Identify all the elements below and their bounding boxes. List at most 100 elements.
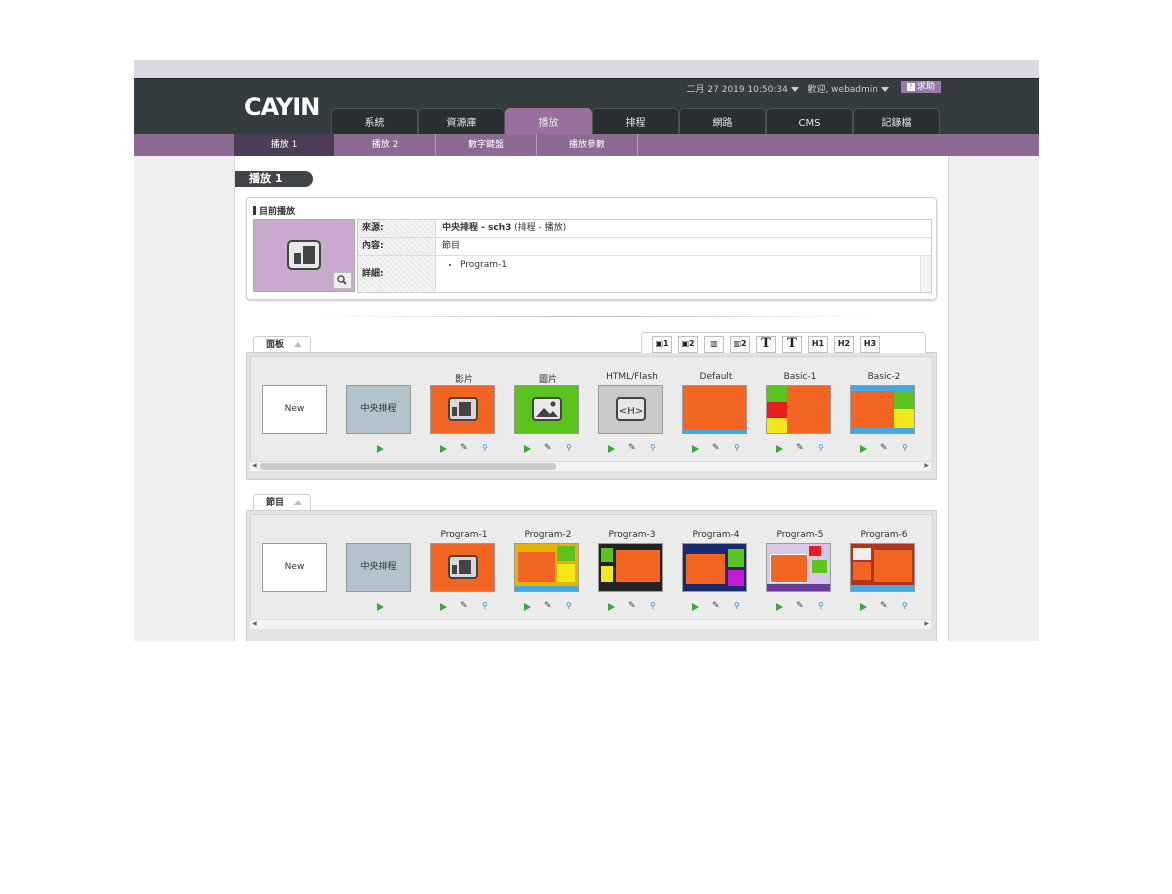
play-icon[interactable] — [608, 603, 615, 611]
scroll-right-icon[interactable]: ▶ — [924, 620, 929, 627]
card-actions: ✎ ⚲ — [682, 444, 750, 454]
magnifier-icon[interactable]: ⚲ — [734, 444, 742, 452]
pencil-icon[interactable]: ✎ — [796, 602, 804, 611]
magnifier-icon[interactable]: ⚲ — [902, 444, 910, 452]
magnifier-icon[interactable]: ⚲ — [818, 602, 826, 610]
program-section-tab[interactable]: 節目 — [253, 494, 311, 510]
card-label: Default — [699, 372, 733, 382]
scroll-thumb[interactable] — [260, 463, 556, 470]
chevron-down-icon — [790, 87, 799, 92]
new-panel-box: New — [262, 385, 327, 434]
play-icon[interactable] — [377, 445, 384, 453]
pencil-icon[interactable]: ✎ — [460, 444, 468, 453]
pencil-icon[interactable]: ✎ — [880, 444, 888, 453]
image-2-icon[interactable]: ▥2 — [730, 336, 750, 353]
text-1-icon[interactable]: T — [756, 336, 776, 353]
detail-scrollbar[interactable] — [920, 256, 931, 292]
html-2-icon[interactable]: H2 — [834, 336, 854, 353]
video-1-icon[interactable]: ▣1 — [652, 336, 672, 353]
film-icon — [448, 555, 478, 579]
user-menu[interactable]: 歡迎, webadmin — [807, 85, 889, 95]
text-2-icon[interactable]: T — [782, 336, 802, 353]
magnifier-icon[interactable]: ⚲ — [566, 444, 574, 452]
scroll-left-icon[interactable]: ◀ — [252, 462, 257, 469]
panel-hscrollbar[interactable]: ◀ ▶ — [250, 461, 931, 471]
pencil-icon[interactable]: ✎ — [628, 602, 636, 611]
source-note: (排程 - 播放) — [514, 223, 567, 233]
zoom-button[interactable] — [333, 272, 352, 289]
content-value: 節目 — [442, 241, 461, 251]
pencil-icon[interactable]: ✎ — [628, 444, 636, 453]
source-label: 來源: — [358, 220, 436, 237]
card-actions — [346, 444, 414, 454]
play-icon[interactable] — [776, 603, 783, 611]
scroll-right-icon[interactable]: ▶ — [924, 462, 929, 469]
subtab-numpad[interactable]: 數字鍵盤 — [436, 134, 537, 156]
play-icon[interactable] — [860, 603, 867, 611]
play-icon[interactable] — [692, 445, 699, 453]
magnifier-icon[interactable]: ⚲ — [482, 602, 490, 610]
program-6-thumbnail — [850, 543, 915, 592]
magnifier-icon[interactable]: ⚲ — [482, 444, 490, 452]
magnifier-icon[interactable]: ⚲ — [650, 602, 658, 610]
video-2-icon[interactable]: ▣2 — [678, 336, 698, 353]
play-icon[interactable] — [692, 603, 699, 611]
pencil-icon[interactable]: ✎ — [712, 602, 720, 611]
tab-network[interactable]: 網路 — [679, 108, 766, 135]
program-section: New 中央排程 Program-1 ✎ ⚲ Program-2 ✎ ⚲ Pro… — [246, 510, 937, 641]
pencil-icon[interactable]: ✎ — [880, 602, 888, 611]
html-1-icon[interactable]: H1 — [808, 336, 828, 353]
play-icon[interactable] — [524, 603, 531, 611]
play-icon[interactable] — [377, 603, 384, 611]
new-program-box: New — [262, 543, 327, 592]
magnifier-icon — [337, 275, 347, 285]
play-icon[interactable] — [860, 445, 867, 453]
card-label: Basic-1 — [783, 372, 817, 382]
datetime-dropdown[interactable]: 二月 27 2019 10:50:34 — [686, 85, 799, 95]
subtab-play-1[interactable]: 播放 1 — [234, 134, 334, 156]
play-icon[interactable] — [440, 603, 447, 611]
pencil-icon[interactable]: ✎ — [796, 444, 804, 453]
magnifier-icon[interactable]: ⚲ — [566, 602, 574, 610]
panel-section-tab[interactable]: 面板 — [253, 336, 311, 352]
magnifier-icon[interactable]: ⚲ — [902, 602, 910, 610]
program-4-thumbnail — [682, 543, 747, 592]
panel-list: New 中央排程 影片 ✎ ⚲ 圖片 ✎ ⚲ HTML/Flash <H> ✎ … — [250, 356, 933, 462]
play-icon[interactable] — [608, 445, 615, 453]
sub-navigation: 播放 1 播放 2 數字鍵盤 播放參數 — [134, 134, 1039, 156]
card-actions: ✎ ⚲ — [598, 602, 666, 612]
now-playing-title: 目前播放 — [253, 204, 295, 217]
image-1-icon[interactable]: ▥ — [704, 336, 724, 353]
tab-schedule[interactable]: 排程 — [592, 108, 679, 135]
magnifier-icon[interactable]: ⚲ — [818, 444, 826, 452]
panel-tab-label: 面板 — [266, 340, 285, 350]
play-icon[interactable] — [524, 445, 531, 453]
tab-system[interactable]: 系統 — [331, 108, 418, 135]
card-actions: ✎ ⚲ — [766, 602, 834, 612]
pencil-icon[interactable]: ✎ — [712, 444, 720, 453]
help-button[interactable]: ? 求助 — [900, 81, 941, 93]
tab-cms[interactable]: CMS — [766, 108, 853, 135]
magnifier-icon[interactable]: ⚲ — [650, 444, 658, 452]
card-label: Program-2 — [524, 530, 572, 540]
tab-library[interactable]: 資源庫 — [418, 108, 505, 135]
header: CAYIN 二月 27 2019 10:50:34 歡迎, webadmin ?… — [134, 78, 1039, 136]
subtab-play-2[interactable]: 播放 2 — [335, 134, 436, 156]
pencil-icon[interactable]: ✎ — [544, 602, 552, 611]
pencil-icon[interactable]: ✎ — [544, 444, 552, 453]
panel-section: ▣1 ▣2 ▥ ▥2 T T H1 H2 H3 New 中央排程 影片 ✎ ⚲ … — [246, 332, 937, 480]
subtab-play-params[interactable]: 播放參數 — [537, 134, 638, 156]
now-playing-details: 來源: 中央排程 - sch3 (排程 - 播放) 內容: 節目 詳細: Pro… — [357, 219, 932, 293]
play-icon[interactable] — [776, 445, 783, 453]
play-icon[interactable] — [440, 445, 447, 453]
html-3-icon[interactable]: H3 — [860, 336, 880, 353]
magnifier-icon[interactable]: ⚲ — [734, 602, 742, 610]
program-hscrollbar[interactable]: ◀ ▶ — [250, 619, 931, 629]
pencil-icon[interactable]: ✎ — [460, 602, 468, 611]
card-label: Program-4 — [692, 530, 740, 540]
tab-playback[interactable]: 播放 — [505, 108, 592, 136]
card-actions: ✎ ⚲ — [598, 444, 666, 454]
scroll-left-icon[interactable]: ◀ — [252, 620, 257, 627]
image-thumbnail — [514, 385, 579, 434]
tab-log[interactable]: 記錄檔 — [853, 108, 940, 135]
